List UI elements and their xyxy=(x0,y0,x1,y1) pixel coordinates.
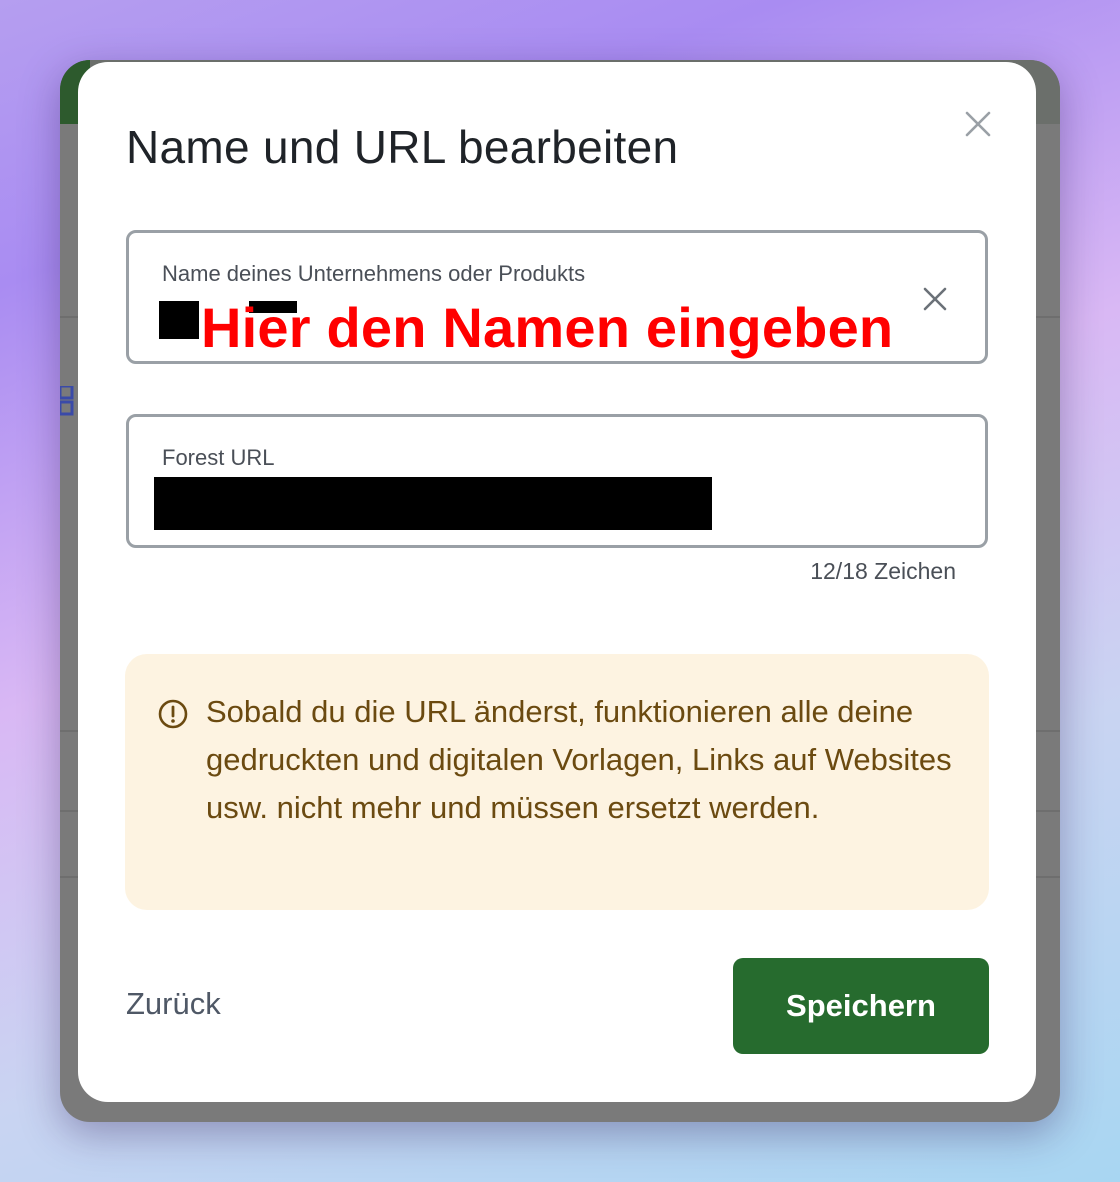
redacted-text xyxy=(159,301,199,339)
forest-url-field[interactable]: Forest URL xyxy=(126,414,988,548)
edit-name-url-dialog: Name und URL bearbeiten Name deines Unte… xyxy=(78,62,1036,1102)
grid-icon xyxy=(60,386,74,416)
name-annotation: Hier den Namen eingeben xyxy=(201,296,894,359)
close-icon xyxy=(923,287,947,311)
character-counter: 12/18 Zeichen xyxy=(810,558,956,584)
company-name-field[interactable]: Name deines Unternehmens oder Produkts H… xyxy=(126,230,988,364)
dialog-title: Name und URL bearbeiten xyxy=(126,121,679,173)
company-name-label: Name deines Unternehmens oder Produkts xyxy=(162,261,586,286)
info-circle-icon xyxy=(158,699,188,729)
close-button[interactable] xyxy=(956,102,1000,146)
back-button[interactable]: Zurück xyxy=(126,986,221,1022)
save-button[interactable]: Speichern xyxy=(733,958,989,1054)
redacted-url xyxy=(154,477,712,530)
warning-message: Sobald du die URL änderst, funktionieren… xyxy=(206,694,952,825)
forest-url-label: Forest URL xyxy=(162,445,275,470)
close-icon xyxy=(965,111,991,137)
url-change-warning: Sobald du die URL änderst, funktionieren… xyxy=(125,654,989,910)
clear-name-button[interactable] xyxy=(917,281,953,317)
